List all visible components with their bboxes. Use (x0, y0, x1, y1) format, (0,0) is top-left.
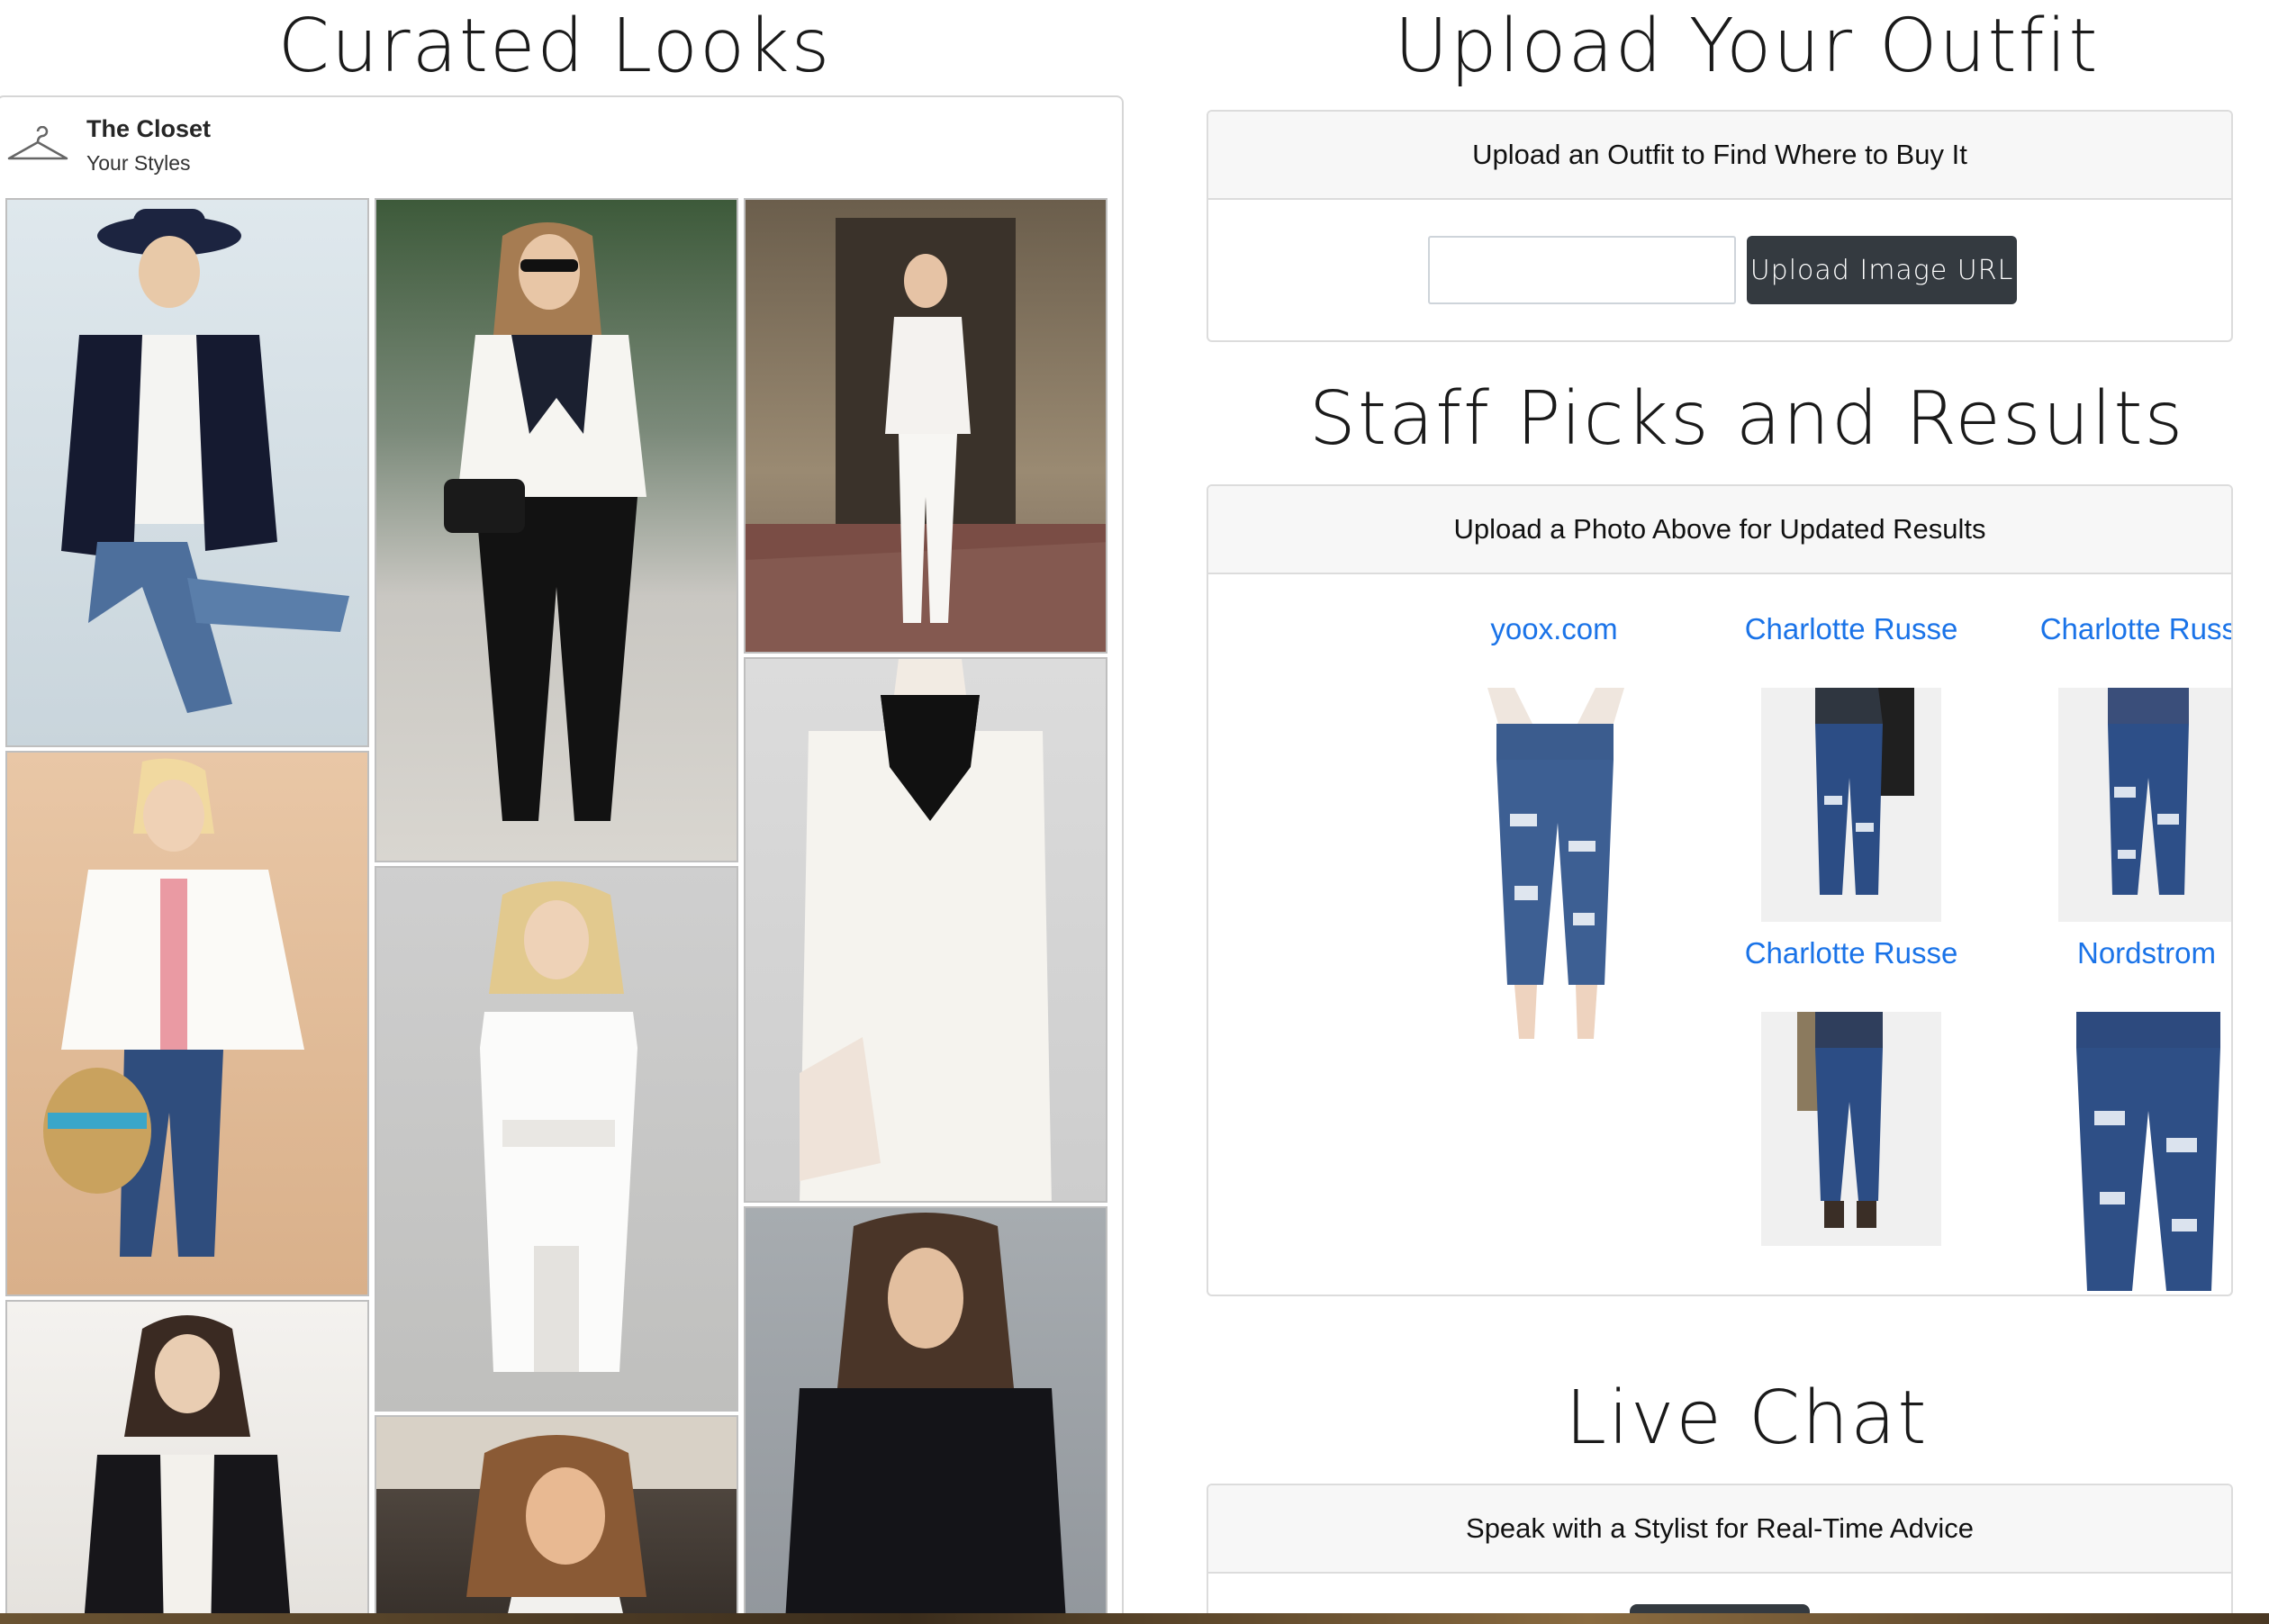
result-store-link[interactable]: Charlotte Russe (1716, 607, 1986, 652)
results-card: Upload a Photo Above for Updated Results… (1207, 484, 2233, 1296)
look-photo[interactable] (375, 866, 738, 1412)
closet-card: The Closet Your Styles (0, 95, 1124, 1624)
look-photo[interactable] (5, 1300, 369, 1624)
closet-subtitle: Your Styles (86, 151, 191, 175)
chat-card: Speak with a Stylist for Real-Time Advic… (1207, 1484, 2233, 1624)
staff-picks-title: Staff Picks and Results (1308, 376, 2185, 462)
look-photo[interactable] (5, 751, 369, 1296)
result-jeans-image[interactable] (1478, 688, 1633, 1048)
look-photo[interactable] (744, 1206, 1107, 1624)
look-photo[interactable] (5, 198, 369, 747)
look-photo[interactable] (375, 1415, 738, 1624)
look-photo[interactable] (744, 198, 1107, 654)
look-photo[interactable] (744, 657, 1107, 1203)
upload-card-header: Upload an Outfit to Find Where to Buy It (1208, 112, 2231, 200)
result-store-link[interactable]: Charlotte Russe (1716, 931, 1986, 976)
chat-card-header: Speak with a Stylist for Real-Time Advic… (1208, 1485, 2231, 1574)
bottom-image-strip (0, 1613, 2269, 1624)
result-item: Charlotte Russe (1716, 931, 1986, 1255)
upload-card: Upload an Outfit to Find Where to Buy It… (1207, 110, 2233, 342)
closet-header: The Closet Your Styles (0, 97, 1122, 196)
upload-outfit-title: Upload Your Outfit (1394, 4, 2100, 89)
looks-grid (5, 198, 1113, 1624)
result-jeans-image[interactable] (1761, 688, 1941, 922)
result-jeans-image[interactable] (1761, 1012, 1941, 1246)
result-store-link[interactable]: Charlotte Russe (2011, 607, 2231, 652)
result-item: Nordstrom (2011, 931, 2231, 1291)
look-photo[interactable] (375, 198, 738, 862)
curated-looks-title: Curated Looks (277, 4, 832, 89)
closet-name: The Closet (86, 115, 212, 142)
image-url-input[interactable] (1428, 236, 1736, 304)
results-card-header: Upload a Photo Above for Updated Results (1208, 486, 2231, 574)
result-store-link[interactable]: Nordstrom (2011, 931, 2231, 976)
hanger-icon (5, 125, 70, 170)
result-store-link[interactable]: yoox.com (1419, 607, 1689, 652)
result-jeans-image[interactable] (2058, 688, 2231, 922)
upload-image-url-button[interactable]: Upload Image URL (1747, 236, 2017, 304)
result-item: Charlotte Russe (1716, 607, 1986, 931)
result-item: Charlotte Russe (2011, 607, 2231, 931)
result-item: yoox.com (1419, 607, 1689, 1039)
result-jeans-image[interactable] (2049, 1012, 2231, 1291)
live-chat-title: Live Chat (1565, 1376, 1929, 1461)
